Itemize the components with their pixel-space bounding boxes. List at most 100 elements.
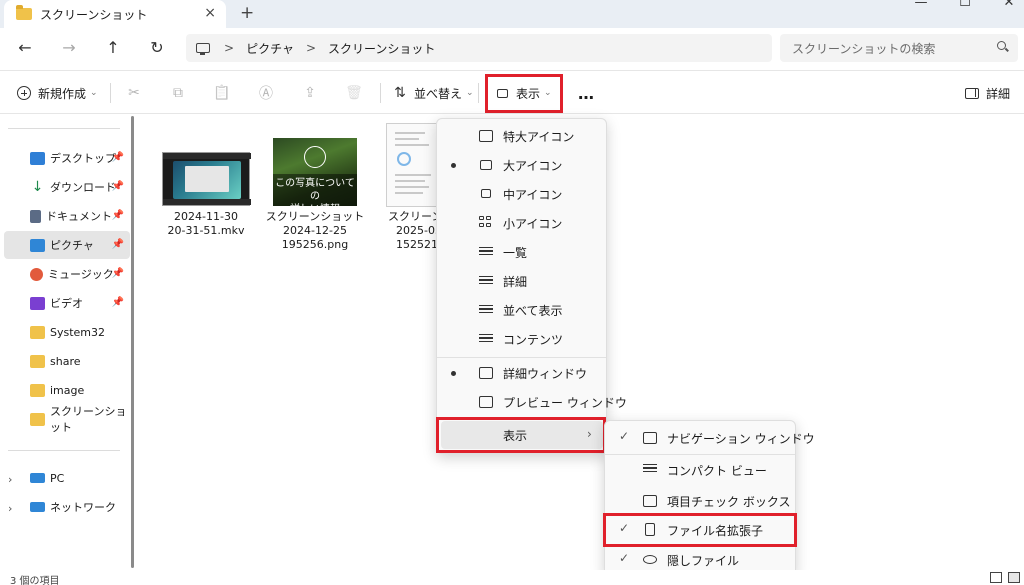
sidebar-item-system32[interactable]: System32 [4, 318, 130, 346]
folder-icon [30, 354, 45, 368]
sidebar-scrollbar[interactable] [131, 116, 134, 568]
overlay-line: この写真についての [275, 178, 355, 202]
sidebar-item-label: デスクトップ [50, 152, 116, 165]
chevron-down-icon: ⌄ [466, 88, 474, 98]
file-name-line: 2024-12-25 [283, 224, 347, 237]
sidebar-item-share[interactable]: share [4, 347, 130, 375]
sidebar-item-music[interactable]: ミュージック 📌 [4, 260, 130, 288]
file-name-line: 2024-11-30 [174, 210, 238, 223]
menu-item-label: プレビュー ウィンドウ [503, 396, 627, 410]
divider [110, 83, 111, 103]
sidebar-item-image[interactable]: image [4, 376, 130, 404]
copy-button[interactable]: ⧉ [170, 81, 192, 105]
submenu-item-compact-view[interactable]: コンパクト ビュー [609, 456, 793, 484]
details-pane-icon [479, 367, 493, 379]
file-item-image[interactable]: スクリーンショット 2024-12-25 195256.png [265, 210, 365, 252]
sidebar-item-label: share [50, 354, 81, 368]
menu-item-list[interactable]: 一覧 [441, 238, 603, 266]
command-bar: 新規作成 ⌄ ✂ ⧉ 📋 Ⓐ ⇪ 🗑 ⇅ 並べ替え ⌄ 表示 ⌄ … 詳細 [0, 70, 1024, 114]
menu-item-large-icons[interactable]: 大アイコン [441, 151, 603, 179]
file-name-line: スクリーンショット [265, 210, 365, 223]
new-tab-button[interactable]: + [240, 3, 254, 23]
minimize-button[interactable]: — [906, 0, 936, 10]
sidebar-item-label: ドキュメント [46, 210, 112, 223]
delete-button[interactable]: 🗑 [345, 81, 368, 105]
check-icon: ✓ [619, 551, 630, 565]
forward-button[interactable]: → [56, 36, 82, 60]
sidebar-item-videos[interactable]: ビデオ 📌 [4, 289, 130, 317]
sidebar-item-network[interactable]: ネットワーク [4, 493, 130, 521]
explorer-tab[interactable]: スクリーンショット × [4, 0, 226, 28]
item-checkbox-icon [643, 495, 657, 507]
divider [8, 450, 120, 451]
search-input[interactable]: スクリーンショットの検索 [780, 34, 1018, 62]
divider [8, 128, 120, 129]
sidebar-item-label: スクリーンショット [50, 405, 127, 434]
cut-button[interactable]: ✂ [126, 81, 148, 105]
share-button[interactable]: ⇪ [302, 81, 324, 105]
sort-button[interactable]: ⇅ 並べ替え ⌄ [392, 81, 474, 105]
large-icons-icon [480, 160, 492, 170]
paste-button[interactable]: 📋 [213, 81, 236, 105]
new-button[interactable]: 新規作成 ⌄ [16, 81, 98, 105]
rename-button[interactable]: Ⓐ [258, 81, 280, 105]
pin-icon: 📌 [111, 152, 124, 163]
file-name-line: 152521.p [396, 238, 440, 251]
preview-pane-icon [479, 396, 493, 408]
menu-item-tiles[interactable]: 並べて表示 [441, 296, 603, 324]
sidebar-item-label: ピクチャ [50, 239, 94, 252]
submenu-item-navigation-pane[interactable]: ✓ ナビゲーション ウィンドウ [609, 424, 815, 452]
sidebar-item-screenshots[interactable]: スクリーンショット [4, 405, 130, 434]
file-item-video[interactable]: 2024-11-30 20-31-51.mkv [156, 210, 256, 238]
sidebar-item-desktop[interactable]: デスクトップ 📌 [4, 144, 130, 172]
file-item-document[interactable]: スクリーンショ 2025-03 152521.p [380, 210, 440, 252]
maximize-button[interactable]: ☐ [950, 0, 980, 10]
rename-icon: Ⓐ [259, 86, 273, 102]
divider [478, 83, 479, 103]
menu-item-preview-pane[interactable]: プレビュー ウィンドウ [441, 388, 627, 416]
video-icon [30, 296, 45, 310]
menu-item-small-icons[interactable]: 小アイコン [441, 209, 603, 237]
submenu-item-item-checkboxes[interactable]: 項目チェック ボックス [609, 487, 793, 515]
file-name-line: 195256.png [281, 238, 349, 251]
video-thumbnail[interactable] [162, 152, 251, 206]
tab-title: スクリーンショット [40, 7, 148, 22]
details-button[interactable]: 詳細 [964, 81, 1010, 105]
menu-item-medium-icons[interactable]: 中アイコン [441, 180, 603, 208]
image-thumbnail[interactable]: この写真についての 詳しい情報 [273, 138, 357, 215]
pin-icon: 📌 [111, 268, 124, 279]
breadcrumb-separator: > [305, 41, 317, 55]
menu-item-label: 詳細 [503, 275, 528, 289]
large-icons-toggle-icon[interactable] [1008, 572, 1020, 583]
menu-item-label: 一覧 [503, 246, 528, 260]
pin-icon: 📌 [111, 297, 124, 308]
menu-item-content[interactable]: コンテンツ [441, 325, 603, 353]
sidebar-item-label: ダウンロード [50, 181, 116, 194]
document-thumbnail[interactable] [386, 123, 442, 207]
refresh-button[interactable]: ↻ [144, 36, 170, 60]
file-extension-highlight [603, 513, 797, 547]
network-icon [30, 502, 45, 512]
menu-item-label: 詳細ウィンドウ [503, 367, 588, 381]
medium-icons-icon [481, 189, 491, 198]
sidebar-item-documents[interactable]: ドキュメント 📌 [4, 202, 130, 230]
menu-item-details-pane[interactable]: 詳細ウィンドウ [441, 359, 603, 387]
breadcrumb-pictures[interactable]: ピクチャ [246, 40, 294, 57]
breadcrumb-screenshots[interactable]: スクリーンショット [328, 40, 435, 57]
details-label: 詳細 [986, 86, 1011, 101]
search-placeholder: スクリーンショットの検索 [792, 41, 936, 56]
menu-item-label: ナビゲーション ウィンドウ [667, 432, 815, 446]
more-button[interactable]: … [578, 81, 594, 105]
sidebar-item-pictures[interactable]: ピクチャ 📌 [4, 231, 130, 259]
sidebar-item-pc[interactable]: PC [4, 464, 130, 492]
details-view-toggle-icon[interactable] [990, 572, 1002, 583]
close-window-button[interactable]: ✕ [994, 0, 1024, 10]
menu-item-details[interactable]: 詳細 [441, 267, 603, 295]
tab-close-button[interactable]: × [204, 5, 216, 21]
document-icon [30, 209, 41, 223]
menu-item-extra-large-icons[interactable]: 特大アイコン [441, 122, 603, 150]
address-bar[interactable]: > ピクチャ > スクリーンショット [186, 34, 772, 62]
sidebar-item-downloads[interactable]: ↓ ダウンロード 📌 [4, 173, 130, 201]
back-button[interactable]: ← [12, 36, 38, 60]
up-button[interactable]: ↑ [100, 36, 126, 60]
